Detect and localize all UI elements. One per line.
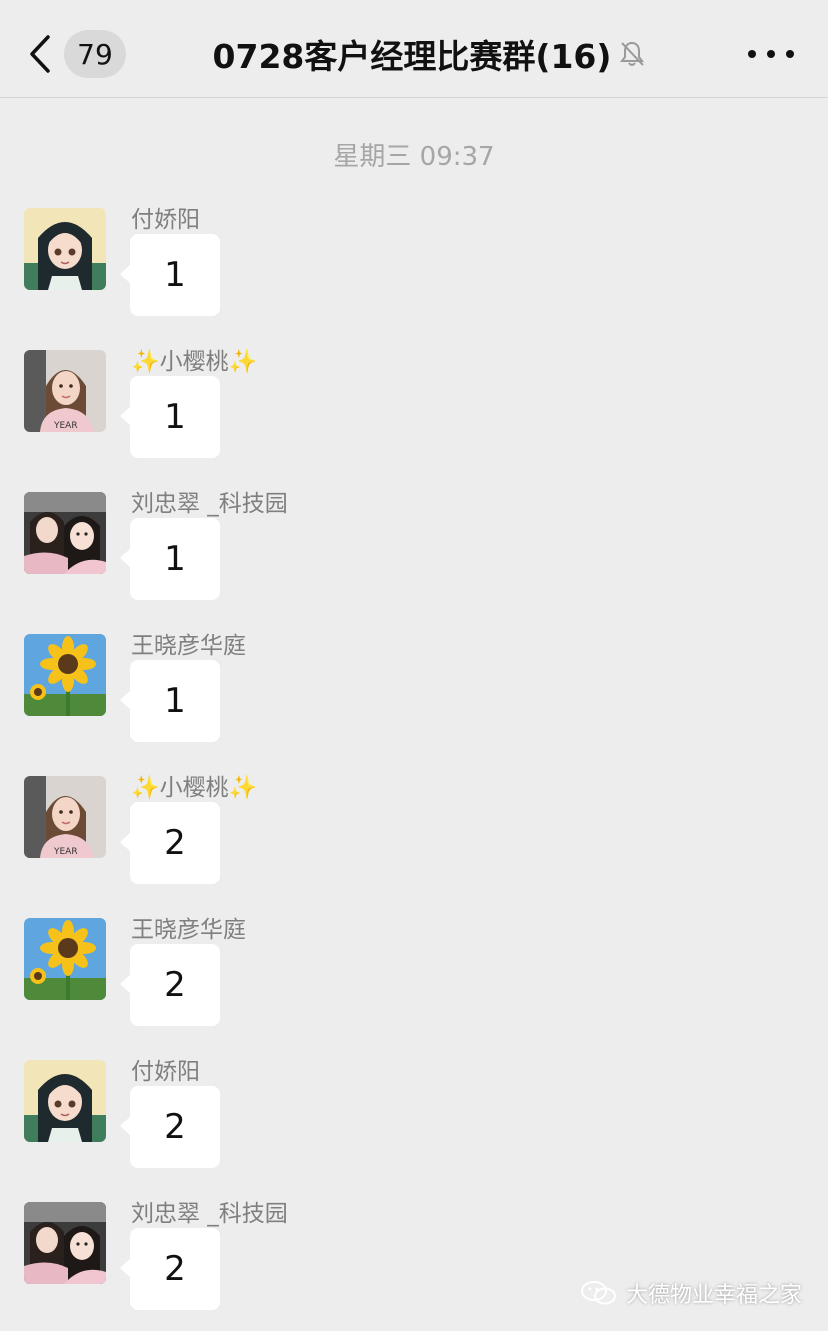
sender-name: 刘忠翠 _科技园 [131,491,288,517]
chat-header: 79 0728客户经理比赛群(16) [0,0,828,98]
sender-name: 刘忠翠 _科技园 [131,1201,288,1227]
message-row: 王晓彦华庭 1 [0,633,828,776]
message-bubble[interactable]: 2 [120,1228,220,1310]
message-row: 付娇阳 2 [0,1059,828,1202]
watermark: 大德物业幸福之家 [580,1277,802,1309]
avatar[interactable] [24,208,106,290]
svg-text:YEAR: YEAR [53,421,78,431]
chat-title: 0728客户经理比赛群(16) [212,37,612,76]
message-row: 刘忠翠 _科技园 1 [0,491,828,634]
message-bubble[interactable]: 2 [120,1086,220,1168]
more-dot [748,50,756,58]
sender-name: 付娇阳 [131,207,200,233]
avatar[interactable] [24,918,106,1000]
svg-text:YEAR: YEAR [53,847,78,857]
message-bubble[interactable]: 1 [120,234,220,316]
message-bubble[interactable]: 1 [120,518,220,600]
chevron-left-icon [28,30,56,78]
sender-name: 付娇阳 [131,1059,200,1085]
avatar[interactable]: YEAR [24,776,106,858]
sender-name: ✨小樱桃✨ [131,775,258,801]
message-bubble[interactable]: 1 [120,376,220,458]
message-timestamp: 星期三 09:37 [333,142,495,172]
watermark-text: 大德物业幸福之家 [625,1283,802,1308]
avatar[interactable] [24,1060,106,1142]
more-options-button[interactable] [748,36,794,72]
message-row: 刘忠翠 _科技园 2 [0,1201,828,1331]
message-row: YEAR ✨小樱桃✨ 1 [0,349,828,492]
sender-name: 王晓彦华庭 [131,633,246,659]
bell-off-icon [619,39,647,69]
more-dot [767,50,775,58]
avatar[interactable]: YEAR [24,350,106,432]
chat-title-area[interactable]: 0728客户经理比赛群(16) [180,30,680,78]
avatar[interactable] [24,492,106,574]
back-button[interactable]: 79 [28,30,128,78]
message-row: 付娇阳 1 [0,207,828,350]
wechat-icon [580,1280,618,1306]
sender-name: ✨小樱桃✨ [131,349,258,375]
message-row: 王晓彦华庭 2 [0,917,828,1060]
sender-name: 王晓彦华庭 [131,917,246,943]
unread-count-badge: 79 [64,30,126,78]
message-bubble[interactable]: 1 [120,660,220,742]
message-bubble[interactable]: 2 [120,802,220,884]
message-bubble[interactable]: 2 [120,944,220,1026]
message-row: YEAR ✨小樱桃✨ 2 [0,775,828,918]
avatar[interactable] [24,1202,106,1284]
avatar[interactable] [24,634,106,716]
more-dot [786,50,794,58]
